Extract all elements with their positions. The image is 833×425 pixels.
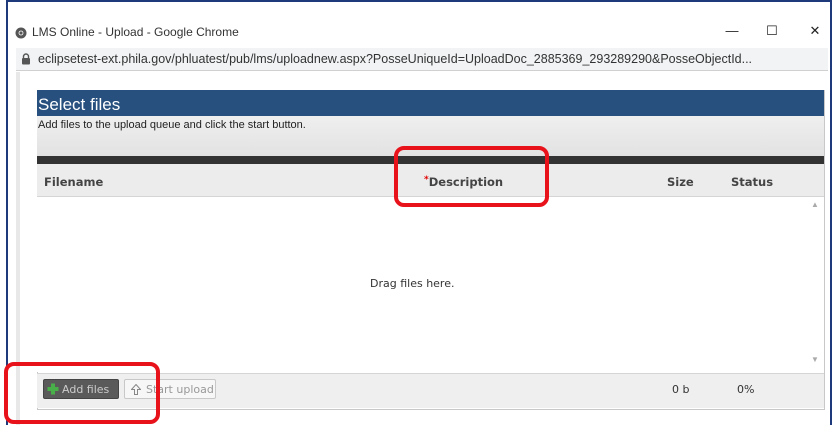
minimize-button[interactable]: — — [722, 22, 742, 40]
scroll-up-arrow[interactable]: ▲ — [811, 200, 819, 209]
column-status: Status — [731, 175, 774, 189]
chrome-icon — [15, 27, 27, 39]
drop-hint: Drag files here. — [370, 277, 455, 290]
close-button[interactable]: ✕ — [805, 22, 825, 40]
lock-icon — [22, 53, 30, 65]
add-files-highlight — [4, 362, 160, 424]
url-text[interactable]: eclipsetest-ext.phila.gov/phluatest/pub/… — [38, 52, 823, 66]
description-highlight — [394, 146, 549, 207]
total-status: 0% — [737, 383, 755, 396]
uploader-instructions: Add files to the upload queue and click … — [38, 119, 306, 131]
scroll-down-arrow[interactable]: ▼ — [811, 355, 819, 364]
maximize-button[interactable]: ☐ — [762, 22, 782, 40]
column-filename: Filename — [44, 175, 104, 189]
total-size: 0 b — [672, 383, 690, 396]
column-size: Size — [667, 175, 694, 189]
window-title: LMS Online - Upload - Google Chrome — [32, 25, 239, 39]
uploader-header — [37, 90, 824, 116]
uploader-title: Select files — [38, 95, 121, 114]
